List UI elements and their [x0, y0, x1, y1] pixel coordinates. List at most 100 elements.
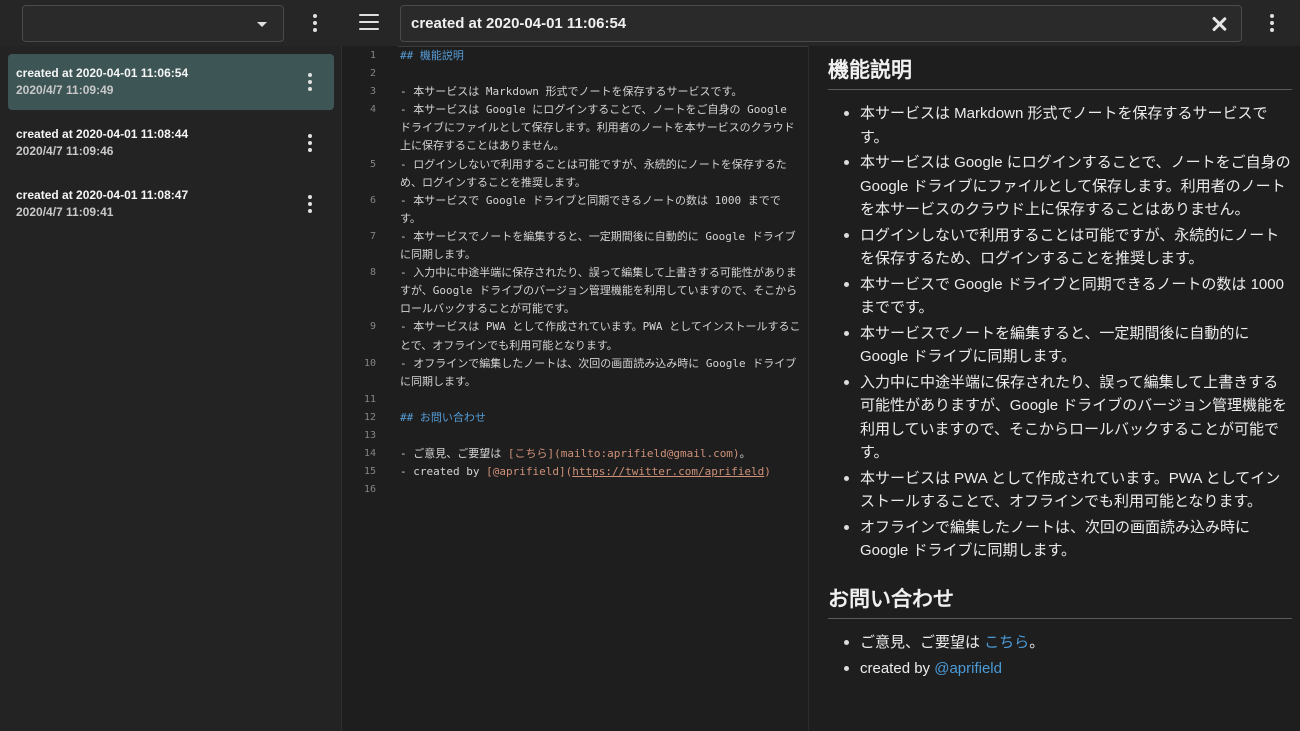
editor-line: 11 [342, 391, 808, 409]
editor-line: 13 [342, 427, 808, 445]
twitter-link[interactable]: @aprifield [934, 660, 1002, 677]
preview-list-item: 本サービスは Google にログインすることで、ノートをご自身の Google… [844, 151, 1292, 222]
editor-toolbar [342, 0, 1300, 46]
preview-heading: お問い合わせ [828, 587, 1292, 619]
note-list-item[interactable]: created at 2020-04-01 11:08:47 2020/4/7 … [8, 176, 334, 232]
editor-line: 1 ## 機能説明 [342, 47, 808, 65]
line-number: 16 [363, 484, 376, 496]
md-link-url[interactable]: https://twitter.com/aprifield [572, 465, 764, 478]
preview-list: ご意見、ご要望は こちら。 created by @aprifield [828, 631, 1292, 680]
line-number: 15 [363, 466, 376, 478]
preview-list-item: 本サービスで Google ドライブと同期できるノートの数は 1000 までです… [844, 273, 1292, 320]
editor-line: 4 - 本サービスは Google にログインすることで、ノートをご自身の Goo… [342, 101, 808, 155]
line-text: ## 機能説明 [400, 49, 464, 62]
line-number: 2 [369, 68, 376, 80]
caret-down-icon [257, 22, 267, 27]
line-text: ## お問い合わせ [400, 410, 486, 424]
line-text: - 本サービスで Google ドライブと同期できるノートの数は 1000 まで… [400, 193, 781, 225]
note-item-date: 2020/4/7 11:09:41 [16, 205, 114, 219]
credit-text: created by [860, 659, 935, 677]
line-number: 3 [369, 86, 376, 98]
preview-list-item: ログインしないで利用することは可能ですが、永続的にノートを保存するため、ログイン… [844, 224, 1292, 271]
line-text: - 本サービスは PWA として作成されています。PWA としてインストールする… [400, 320, 801, 352]
note-item-title: created at 2020-04-01 11:08:44 [16, 127, 189, 141]
contact-text: ご意見、ご要望は [860, 634, 985, 651]
editor-line: 2 [342, 65, 808, 83]
preview-list-item: 本サービスでノートを編集すると、一定期間後に自動的に Google ドライブに同… [844, 322, 1292, 369]
editor-line: 6 - 本サービスで Google ドライブと同期できるノートの数は 1000 ま… [342, 192, 808, 228]
note-list-item[interactable]: created at 2020-04-01 11:08:44 2020/4/7 … [8, 115, 334, 171]
note-item-date: 2020/4/7 11:09:49 [16, 83, 114, 97]
preview-heading: 機能説明 [828, 58, 1292, 91]
line-text: - 本サービスでノートを編集すると、一定期間後に自動的に Google ドライブ… [400, 229, 796, 262]
preview-list: 本サービスは Markdown 形式でノートを保存するサービスです。 本サービス… [828, 102, 1292, 563]
line-text: - ご意見、ご要望は [こちら](mailto:aprifield@gmail.… [388, 445, 808, 463]
editor-line: 9 - 本サービスは PWA として作成されています。PWA としてインストールす… [342, 318, 808, 354]
line-number: 6 [369, 194, 376, 206]
editor-line: 14 - ご意見、ご要望は [こちら](mailto:aprifield@gmai… [342, 445, 808, 463]
note-list-item[interactable]: created at 2020-04-01 11:06:54 2020/4/7 … [8, 54, 334, 110]
line-text [388, 427, 808, 445]
line-text: - 本サービスは Google にログインすることで、ノートをご自身の Goog… [400, 103, 795, 153]
line-number: 5 [369, 158, 376, 170]
line-text: - created by [@aprifield](https://twitte… [388, 463, 808, 481]
editor-code[interactable]: 1 ## 機能説明 2 3 - 本サービスは Markdown 形式でノートを保存す… [342, 47, 808, 499]
md-link-url: (mailto:aprifield@gmail.com) [554, 447, 740, 461]
preview-list-item: ご意見、ご要望は こちら。 [844, 631, 1292, 655]
close-icon[interactable] [1209, 14, 1229, 34]
contact-suffix: 。 [1029, 634, 1045, 651]
preview-list-item: 本サービスは PWA として作成されています。PWA としてインストールすること… [844, 467, 1292, 514]
line-text: - オフラインで編集したノートは、次回の画面読み込み時に Google ドライブ… [400, 356, 797, 388]
more-vert-icon[interactable] [298, 192, 322, 216]
note-item-title: created at 2020-04-01 11:06:54 [16, 66, 189, 80]
editor-line: 7 - 本サービスでノートを編集すると、一定期間後に自動的に Google ドライ… [342, 228, 808, 264]
note-title-field[interactable] [400, 5, 1242, 42]
note-item-date: 2020/4/7 11:09:46 [16, 144, 114, 158]
line-number: 13 [363, 429, 376, 441]
editor-line: 3 - 本サービスは Markdown 形式でノートを保存するサービスです。 [342, 83, 808, 101]
note-item-title: created at 2020-04-01 11:08:47 [16, 188, 189, 202]
note-list: created at 2020-04-01 11:06:54 2020/4/7 … [0, 46, 342, 731]
line-text [388, 481, 808, 499]
editor-line: 16 [342, 481, 808, 499]
markdown-preview: 機能説明 本サービスは Markdown 形式でノートを保存するサービスです。 … [810, 46, 1300, 731]
more-vert-icon[interactable] [298, 131, 322, 155]
line-text [388, 65, 808, 83]
line-number: 12 [363, 411, 376, 423]
editor-line: 5 - ログインしないで利用することは可能ですが、永続的にノートを保存するため、ロ… [342, 156, 808, 192]
line-number: 4 [369, 104, 376, 116]
more-vert-icon[interactable] [298, 70, 322, 94]
md-link-text: [こちら] [507, 447, 555, 461]
line-number: 1 [369, 50, 376, 61]
line-text: - ログインしないで利用することは可能ですが、永続的にノートを保存するため、ログ… [400, 157, 787, 189]
line-number: 10 [363, 357, 376, 369]
note-title-input[interactable] [411, 6, 1191, 41]
md-link-text: [@aprifield] [486, 465, 566, 479]
md-text: - ご意見、ご要望は [400, 447, 508, 461]
md-text: - created by [400, 465, 487, 479]
editor-line: 15 - created by [@aprifield](https://twit… [342, 463, 808, 481]
line-number: 14 [363, 448, 376, 460]
sidebar-toolbar [0, 0, 342, 46]
contact-link[interactable]: こちら [984, 634, 1029, 651]
line-text: - 本サービスは Markdown 形式でノートを保存するサービスです。 [400, 85, 743, 99]
markdown-editor[interactable]: 1 ## 機能説明 2 3 - 本サービスは Markdown 形式でノートを保存す… [342, 46, 809, 731]
editor-line: 10 - オフラインで編集したノートは、次回の画面読み込み時に Google ドラ… [342, 355, 808, 391]
preview-list-item: 入力中に中途半端に保存されたり、誤って編集して上書きする可能性がありますが、Go… [844, 371, 1292, 465]
md-link-paren: ) [764, 465, 771, 479]
line-number: 9 [369, 321, 376, 333]
editor-scrollbar[interactable] [808, 46, 809, 48]
line-number: 11 [363, 393, 376, 405]
line-text [388, 391, 808, 409]
note-menu-icon[interactable] [1260, 11, 1284, 35]
editor-line: 12 ## お問い合わせ [342, 409, 808, 427]
line-text: - 入力中に中途半端に保存されたり、誤って編集して上書きする可能性がありますが、… [400, 266, 798, 316]
hamburger-menu-icon[interactable] [359, 14, 379, 30]
line-number: 7 [369, 230, 376, 242]
preview-list-item: オフラインで編集したノートは、次回の画面読み込み時に Google ドライブに同… [844, 516, 1292, 563]
preview-list-item: created by @aprifield [844, 657, 1292, 681]
folder-select[interactable] [22, 5, 284, 42]
editor-line: 8 - 入力中に中途半端に保存されたり、誤って編集して上書きする可能性がありますが… [342, 264, 808, 318]
sidebar-menu-icon[interactable] [303, 11, 327, 35]
line-number: 8 [369, 267, 376, 279]
